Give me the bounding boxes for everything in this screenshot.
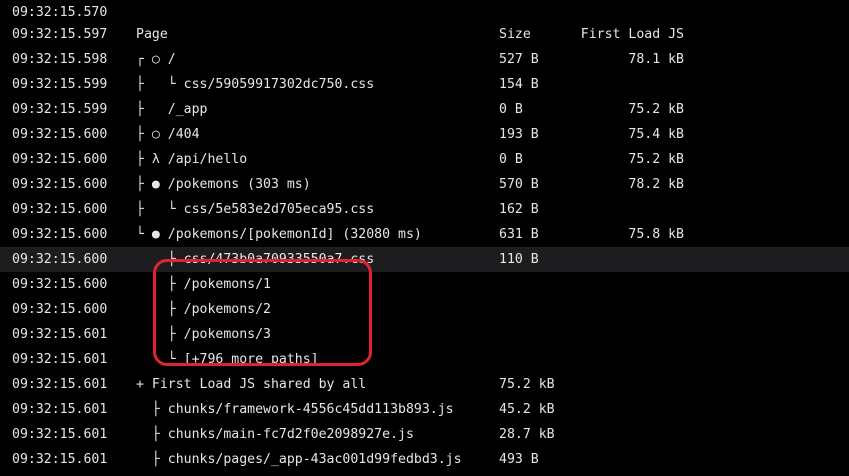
route-path: ├ ○ /404 <box>136 127 200 142</box>
route-path: ├ └ css/59059917302dc750.css <box>136 77 375 92</box>
route-size: 527 B <box>499 52 539 67</box>
timestamp: 09:32:15.599 <box>12 102 108 117</box>
timestamp: 09:32:15.597 <box>12 27 108 42</box>
route-size: 570 B <box>499 177 539 192</box>
route-first-load: 78.1 kB <box>628 52 684 67</box>
timestamp: 09:32:15.599 <box>12 77 108 92</box>
route-size: 28.7 kB <box>499 427 555 442</box>
route-path: ├ chunks/framework-4556c45dd113b893.js <box>136 402 454 417</box>
log-row: 09:32:15.601 ├ chunks/framework-4556c45d… <box>0 397 849 422</box>
route-first-load: 75.8 kB <box>628 227 684 242</box>
log-row: 09:32:15.601 + First Load JS shared by a… <box>0 372 849 397</box>
log-row: 09:32:15.601 ├ chunks/pages/_app-43ac001… <box>0 447 849 472</box>
timestamp: 09:32:15.600 <box>12 277 108 292</box>
log-row: 09:32:15.601 ├ chunks/main-fc7d2f0e20989… <box>0 422 849 447</box>
first-load-column-header: First Load JS <box>580 27 684 42</box>
route-size: 493 B <box>499 452 539 467</box>
route-first-load: 78.2 kB <box>628 177 684 192</box>
route-size: 0 B <box>499 152 523 167</box>
route-path: ├ chunks/main-fc7d2f0e2098927e.js <box>136 427 414 442</box>
route-size: 631 B <box>499 227 539 242</box>
page-column-header: Page <box>136 27 168 42</box>
timestamp: 09:32:15.601 <box>12 452 108 467</box>
timestamp: 09:32:15.600 <box>12 202 108 217</box>
timestamp: 09:32:15.601 <box>12 327 108 342</box>
timestamp: 09:32:15.600 <box>12 252 108 267</box>
route-path: ├ /_app <box>136 102 208 117</box>
route-path: ┌ ○ / <box>136 52 176 67</box>
timestamp: 09:32:15.601 <box>12 352 108 367</box>
route-size: 193 B <box>499 127 539 142</box>
route-path: + First Load JS shared by all <box>136 377 367 392</box>
route-path: ├ ● /pokemons (303 ms) <box>136 177 311 192</box>
timestamp: 09:32:15.601 <box>12 427 108 442</box>
table-header: 09:32:15.597 Page Size First Load JS <box>0 22 849 47</box>
route-size: 0 B <box>499 102 523 117</box>
annotation-highlight-box <box>153 259 372 366</box>
timestamp: 09:32:15.600 <box>12 152 108 167</box>
route-path: ├ λ /api/hello <box>136 152 248 167</box>
route-size: 75.2 kB <box>499 377 555 392</box>
terminal-log: 09:32:15.570 09:32:15.597 Page Size Firs… <box>0 0 849 476</box>
log-row: 09:32:15.601 ├ /pokemons/3 <box>0 322 849 347</box>
log-row: 09:32:15.600 ├ ● /pokemons (303 ms) 570 … <box>0 172 849 197</box>
route-path: └ ● /pokemons/[pokemonId] (32080 ms) <box>136 227 422 242</box>
timestamp: 09:32:15.600 <box>12 227 108 242</box>
route-size: 110 B <box>499 252 539 267</box>
route-size: 45.2 kB <box>499 402 555 417</box>
size-column-header: Size <box>499 27 531 42</box>
log-row: 09:32:15.600 ├ /pokemons/1 <box>0 272 849 297</box>
timestamp: 09:32:15.601 <box>12 377 108 392</box>
route-first-load: 75.4 kB <box>628 127 684 142</box>
log-row: 09:32:15.600 ├ └ css/5e583e2d705eca95.cs… <box>0 197 849 222</box>
log-row: 09:32:15.600 ├ /pokemons/2 <box>0 297 849 322</box>
route-first-load: 75.2 kB <box>628 152 684 167</box>
timestamp: 09:32:15.600 <box>12 302 108 317</box>
log-row-selected: 09:32:15.600 ├ css/473b0a70933550a7.css … <box>0 247 849 272</box>
route-first-load: 75.2 kB <box>628 102 684 117</box>
timestamp: 09:32:15.601 <box>12 402 108 417</box>
timestamp: 09:32:15.600 <box>12 127 108 142</box>
timestamp: 09:32:15.600 <box>12 177 108 192</box>
log-row: 09:32:15.600 └ ● /pokemons/[pokemonId] (… <box>0 222 849 247</box>
route-size: 162 B <box>499 202 539 217</box>
log-row: 09:32:15.600 ├ λ /api/hello 0 B 75.2 kB <box>0 147 849 172</box>
log-row: 09:32:15.601 └ [+796 more paths] <box>0 347 849 372</box>
log-row: 09:32:15.598 ┌ ○ / 527 B 78.1 kB <box>0 47 849 72</box>
route-size: 154 B <box>499 77 539 92</box>
route-path: ├ chunks/pages/_app-43ac001d99fedbd3.js <box>136 452 462 467</box>
log-row: 09:32:15.600 ├ ○ /404 193 B 75.4 kB <box>0 122 849 147</box>
log-row: 09:32:15.599 ├ └ css/59059917302dc750.cs… <box>0 72 849 97</box>
log-row: 09:32:15.599 ├ /_app 0 B 75.2 kB <box>0 97 849 122</box>
route-path: ├ └ css/5e583e2d705eca95.css <box>136 202 375 217</box>
timestamp: 09:32:15.598 <box>12 52 108 67</box>
